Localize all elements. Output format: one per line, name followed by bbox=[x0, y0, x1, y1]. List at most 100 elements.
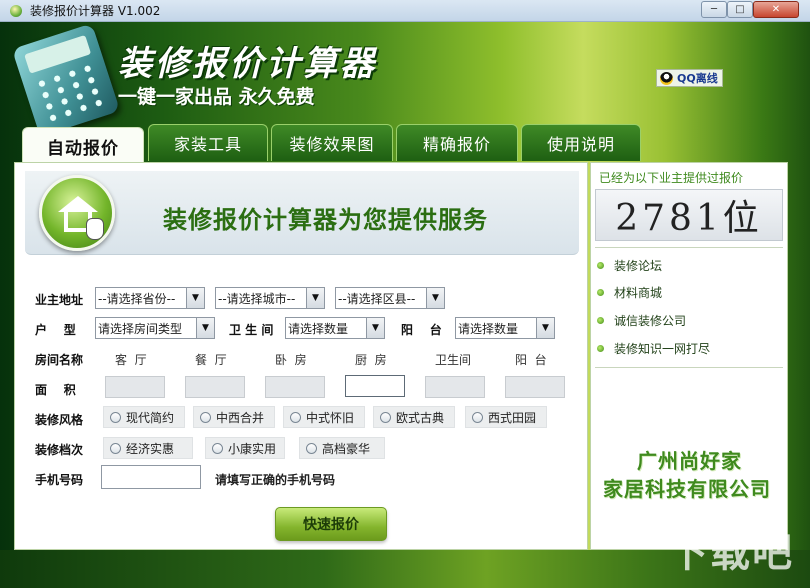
balcony-label: 阳 台 bbox=[401, 323, 442, 337]
radio-icon bbox=[472, 411, 483, 423]
bathroom-count-select[interactable]: 请选择数量 ▼ bbox=[285, 317, 385, 339]
tab-home-tools[interactable]: 家装工具 bbox=[148, 124, 268, 161]
service-heading: 装修报价计算器为您提供服务 bbox=[163, 206, 488, 234]
bathroom-count-value: 请选择数量 bbox=[288, 321, 349, 336]
style-label: 装修风格 bbox=[35, 413, 84, 427]
bullet-icon bbox=[597, 289, 604, 296]
tab-renderings[interactable]: 装修效果图 bbox=[271, 124, 393, 161]
area-input-kitchen[interactable] bbox=[345, 375, 405, 397]
pointer-hand-icon bbox=[86, 218, 104, 240]
grade-label: 装修档次 bbox=[35, 443, 84, 457]
house-type-select[interactable]: 请选择房间类型 ▼ bbox=[95, 317, 215, 339]
divider bbox=[595, 247, 783, 248]
style-option-chinese[interactable]: 中式怀旧 bbox=[283, 406, 365, 428]
radio-icon bbox=[200, 411, 211, 423]
grade-option-label: 经济实惠 bbox=[126, 441, 175, 456]
maximize-button[interactable]: □ bbox=[727, 1, 753, 18]
brand-slogan: 一键一家出品 永久免费 bbox=[118, 86, 315, 108]
tab-precise-quote[interactable]: 精确报价 bbox=[396, 124, 518, 161]
link-label: 诚信装修公司 bbox=[614, 314, 687, 328]
room-name-bedroom: 卧 房 bbox=[275, 353, 307, 367]
balcony-count-select[interactable]: 请选择数量 ▼ bbox=[455, 317, 555, 339]
quote-counter: 2781位 bbox=[595, 189, 783, 241]
area-input-balcony[interactable] bbox=[505, 376, 565, 398]
tab-instructions[interactable]: 使用说明 bbox=[521, 124, 641, 161]
style-option-pastoral[interactable]: 西式田园 bbox=[465, 406, 547, 428]
bullet-icon bbox=[597, 317, 604, 324]
qq-penguin-icon bbox=[660, 72, 673, 85]
room-name-kitchen: 厨 房 bbox=[355, 353, 387, 367]
quick-quote-button[interactable]: 快速报价 bbox=[275, 507, 387, 541]
district-select-value: --请选择区县-- bbox=[338, 291, 416, 306]
chevron-down-icon: ▼ bbox=[536, 318, 554, 338]
link-knowledge[interactable]: 装修知识一网打尽 bbox=[597, 340, 710, 357]
style-option-fusion[interactable]: 中西合并 bbox=[193, 406, 275, 428]
link-trusted-companies[interactable]: 诚信装修公司 bbox=[597, 312, 686, 329]
bullet-icon bbox=[597, 262, 604, 269]
area-input-bathroom[interactable] bbox=[425, 376, 485, 398]
phone-input[interactable] bbox=[101, 465, 201, 489]
area-input-bedroom[interactable] bbox=[265, 376, 325, 398]
brand-title: 装修报价计算器 bbox=[118, 44, 377, 84]
link-label: 材料商城 bbox=[614, 286, 663, 300]
phone-hint: 请填写正确的手机号码 bbox=[215, 473, 336, 487]
grade-option-luxury[interactable]: 高档豪华 bbox=[299, 437, 385, 459]
minimize-button[interactable]: ─ bbox=[701, 1, 727, 18]
room-name-balcony: 阳 台 bbox=[515, 353, 547, 367]
radio-icon bbox=[306, 442, 317, 454]
room-name-label: 房间名称 bbox=[35, 353, 84, 367]
house-type-label: 户 型 bbox=[35, 323, 76, 337]
qq-status-link[interactable]: QQ离线 bbox=[656, 69, 723, 87]
province-select[interactable]: --请选择省份-- ▼ bbox=[95, 287, 205, 309]
link-materials-mall[interactable]: 材料商城 bbox=[597, 284, 662, 301]
side-panel: 已经为以下业主提供过报价 2781位 装修论坛 材料商城 诚信装修公司 装修知识… bbox=[590, 162, 788, 550]
service-banner: 装修报价计算器为您提供服务 bbox=[25, 171, 579, 255]
style-option-european[interactable]: 欧式古典 bbox=[373, 406, 455, 428]
style-option-label: 中式怀旧 bbox=[306, 410, 355, 425]
style-option-label: 中西合并 bbox=[216, 410, 265, 425]
style-option-label: 欧式古典 bbox=[396, 410, 445, 425]
style-option-label: 西式田园 bbox=[488, 410, 537, 425]
grade-option-label: 小康实用 bbox=[228, 441, 277, 456]
chevron-down-icon: ▼ bbox=[196, 318, 214, 338]
watermark: 下载吧 bbox=[668, 530, 794, 576]
grade-option-economy[interactable]: 经济实惠 bbox=[103, 437, 193, 459]
style-option-label: 现代简约 bbox=[126, 410, 175, 425]
calculator-keys bbox=[32, 60, 108, 125]
radio-icon bbox=[290, 411, 301, 423]
title-bar: 装修报价计算器 V1.002 ─ □ ✕ bbox=[0, 0, 810, 22]
chevron-down-icon: ▼ bbox=[306, 288, 324, 308]
link-label: 装修知识一网打尽 bbox=[614, 342, 711, 356]
city-select[interactable]: --请选择城市-- ▼ bbox=[215, 287, 325, 309]
room-name-dining: 餐 厅 bbox=[195, 353, 227, 367]
qq-status-label: QQ离线 bbox=[677, 72, 718, 85]
radio-icon bbox=[110, 442, 121, 454]
address-label: 业主地址 bbox=[35, 293, 84, 307]
link-forum[interactable]: 装修论坛 bbox=[597, 257, 662, 274]
quoted-owners-caption: 已经为以下业主提供过报价 bbox=[599, 171, 744, 185]
quote-form-panel: 装修报价计算器为您提供服务 业主地址 --请选择省份-- ▼ --请选择城市--… bbox=[14, 162, 588, 550]
city-select-value: --请选择城市-- bbox=[218, 291, 296, 306]
area-input-living[interactable] bbox=[105, 376, 165, 398]
company-name-line1: 广州尚好家 bbox=[637, 449, 742, 473]
tab-auto-quote[interactable]: 自动报价 bbox=[22, 127, 144, 164]
room-name-living: 客 厅 bbox=[115, 353, 147, 367]
balcony-count-value: 请选择数量 bbox=[458, 321, 519, 336]
radio-icon bbox=[110, 411, 121, 423]
area-label: 面 积 bbox=[35, 383, 76, 397]
chevron-down-icon: ▼ bbox=[366, 318, 384, 338]
radio-icon bbox=[212, 442, 223, 454]
phone-label: 手机号码 bbox=[35, 473, 84, 487]
radio-icon bbox=[380, 411, 391, 423]
district-select[interactable]: --请选择区县-- ▼ bbox=[335, 287, 445, 309]
area-input-dining[interactable] bbox=[185, 376, 245, 398]
close-button[interactable]: ✕ bbox=[753, 1, 799, 18]
house-icon bbox=[39, 175, 115, 251]
style-option-modern[interactable]: 现代简约 bbox=[103, 406, 185, 428]
bathroom-label: 卫 生 间 bbox=[229, 323, 274, 337]
company-name-line2: 家居科技有限公司 bbox=[603, 477, 771, 501]
app-icon bbox=[10, 4, 22, 17]
chevron-down-icon: ▼ bbox=[186, 288, 204, 308]
grade-option-comfort[interactable]: 小康实用 bbox=[205, 437, 285, 459]
house-roof bbox=[58, 196, 98, 212]
